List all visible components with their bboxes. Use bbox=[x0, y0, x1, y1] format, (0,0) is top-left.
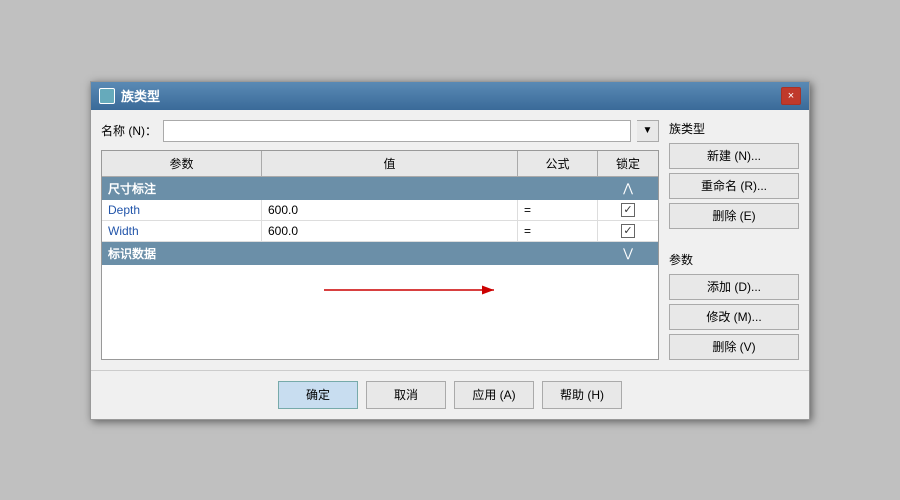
ok-button[interactable]: 确定 bbox=[278, 381, 358, 409]
cancel-button[interactable]: 取消 bbox=[366, 381, 446, 409]
formula-width: = bbox=[518, 221, 598, 241]
left-panel: 名称 (N)： ▼ 参数 值 公式 锁定 尺寸标注 ⋀ bbox=[101, 120, 659, 360]
header-lock: 锁定 bbox=[598, 151, 658, 176]
name-dropdown[interactable]: ▼ bbox=[637, 120, 659, 142]
section-identity[interactable]: 标识数据 ⋁ bbox=[102, 242, 658, 265]
title-bar-left: 族类型 bbox=[99, 86, 160, 105]
window-icon bbox=[99, 88, 115, 104]
header-value: 值 bbox=[262, 151, 518, 176]
lock-width-checkbox[interactable] bbox=[621, 224, 635, 238]
value-depth-input[interactable] bbox=[268, 203, 511, 217]
header-formula: 公式 bbox=[518, 151, 598, 176]
dialog-footer: 确定 取消 应用 (A) 帮助 (H) bbox=[91, 370, 809, 419]
table-body: 尺寸标注 ⋀ Depth = bbox=[102, 177, 658, 359]
table-header: 参数 值 公式 锁定 bbox=[102, 151, 658, 177]
section-identity-collapse[interactable]: ⋁ bbox=[598, 242, 658, 265]
param-depth: Depth bbox=[102, 200, 262, 220]
lock-width[interactable] bbox=[598, 221, 658, 241]
section-identity-title: 标识数据 bbox=[102, 242, 598, 265]
section-dimensions-collapse[interactable]: ⋀ bbox=[598, 177, 658, 200]
value-width[interactable] bbox=[262, 221, 518, 241]
close-button[interactable]: × bbox=[781, 87, 801, 105]
value-width-input[interactable] bbox=[268, 224, 511, 238]
rename-family-type-button[interactable]: 重命名 (R)... bbox=[669, 173, 799, 199]
lock-depth-checkbox[interactable] bbox=[621, 203, 635, 217]
value-depth[interactable] bbox=[262, 200, 518, 220]
name-row: 名称 (N)： ▼ bbox=[101, 120, 659, 142]
name-input[interactable] bbox=[163, 120, 631, 142]
right-panel: 族类型 新建 (N)... 重命名 (R)... 删除 (E) 参数 bbox=[669, 120, 799, 360]
family-type-label: 族类型 bbox=[669, 120, 799, 137]
dialog-body: 名称 (N)： ▼ 参数 值 公式 锁定 尺寸标注 ⋀ bbox=[91, 110, 809, 370]
dialog-window: 族类型 × 名称 (N)： ▼ 参数 值 公式 锁定 bbox=[90, 81, 810, 420]
header-param: 参数 bbox=[102, 151, 262, 176]
lock-depth[interactable] bbox=[598, 200, 658, 220]
modify-param-button[interactable]: 修改 (M)... bbox=[669, 304, 799, 330]
table-row: Width = bbox=[102, 221, 658, 242]
family-type-group: 族类型 新建 (N)... 重命名 (R)... 删除 (E) bbox=[669, 120, 799, 229]
delete-param-button[interactable]: 删除 (V) bbox=[669, 334, 799, 360]
params-table: 参数 值 公式 锁定 尺寸标注 ⋀ Depth bbox=[101, 150, 659, 360]
apply-button[interactable]: 应用 (A) bbox=[454, 381, 534, 409]
add-param-button[interactable]: 添加 (D)... bbox=[669, 274, 799, 300]
title-bar: 族类型 × bbox=[91, 82, 809, 110]
params-label: 参数 bbox=[669, 251, 799, 268]
help-button[interactable]: 帮助 (H) bbox=[542, 381, 622, 409]
params-group: 参数 添加 (D)... 修改 (M)... 删除 (V) bbox=[669, 251, 799, 360]
new-family-type-button[interactable]: 新建 (N)... bbox=[669, 143, 799, 169]
delete-family-type-button[interactable]: 删除 (E) bbox=[669, 203, 799, 229]
param-width: Width bbox=[102, 221, 262, 241]
arrow-spacer bbox=[669, 235, 799, 245]
window-title: 族类型 bbox=[121, 86, 160, 105]
formula-depth: = bbox=[518, 200, 598, 220]
table-row: Depth = bbox=[102, 200, 658, 221]
section-dimensions[interactable]: 尺寸标注 ⋀ bbox=[102, 177, 658, 200]
section-dimensions-title: 尺寸标注 bbox=[102, 177, 598, 200]
name-label: 名称 (N)： bbox=[101, 122, 157, 139]
